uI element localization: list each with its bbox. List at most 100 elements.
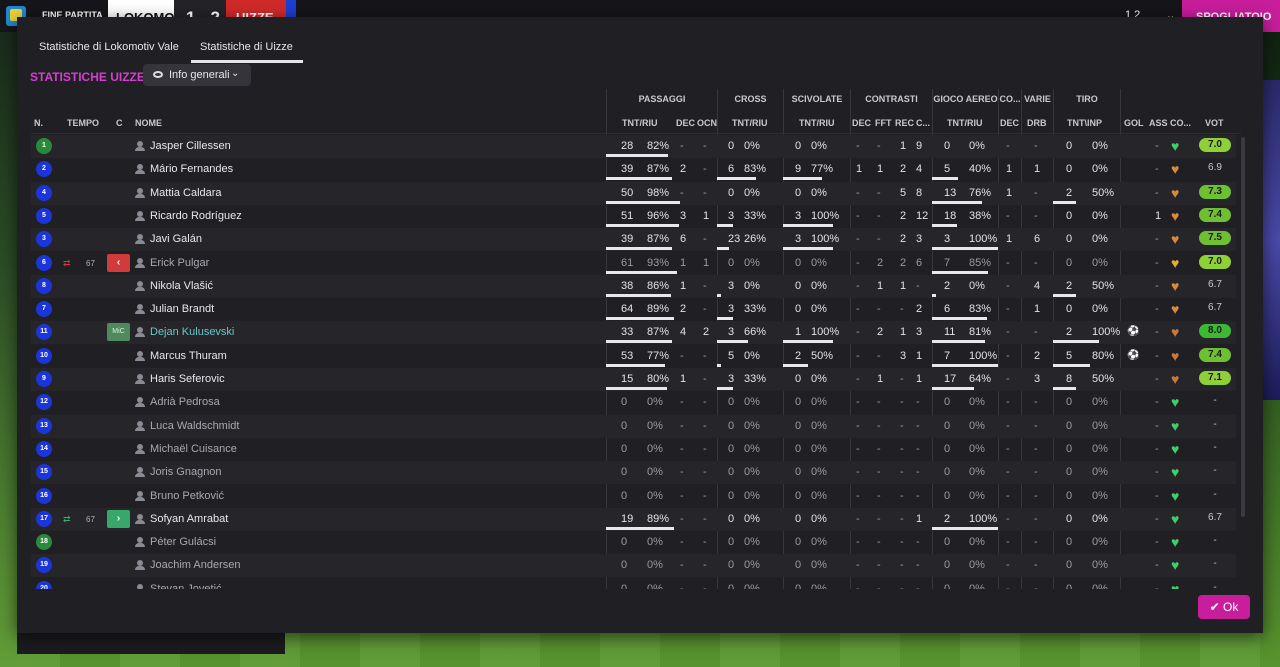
ok-button[interactable]: ✔ Ok (1198, 595, 1250, 619)
shirt-number-badge: 19 (36, 557, 52, 574)
stat-pt: 0 (621, 466, 628, 479)
col-header-gol[interactable]: GOL (1124, 118, 1144, 128)
table-row[interactable]: 7 Julian Brandt 64 89% 2-3 33% 0 0% - - -2 6 83% -1 0 0… (31, 298, 1236, 321)
col-header-nome[interactable]: NOME (135, 118, 162, 128)
stat-ap: 0% (969, 140, 985, 152)
player-name[interactable]: Haris Seferovic (150, 373, 225, 385)
table-row[interactable]: 15 Joris Gnagnon 0 0% - -0 0% 0 0% - - - -0 0% - -0 0% - ♥… (31, 461, 1236, 485)
info-dropdown[interactable]: Info generali ⌄ (143, 64, 251, 86)
stat-po: - (703, 512, 707, 525)
col-header-con-dec[interactable]: DEC (852, 118, 871, 128)
col-header-pass-ocn[interactable]: OCN (697, 118, 717, 128)
table-row[interactable]: 1 Jasper Cillessen 28 82% - -0 0% 0 0% - -1 9 0 0% - -0… (31, 135, 1236, 158)
col-header-ass[interactable]: ASS (1149, 118, 1168, 128)
col-header-sciv-tnt-riu[interactable]: TNT/RIU (799, 118, 835, 128)
table-row[interactable]: 13 Luca Waldschmidt 0 0% - -0 0% 0 0% - - - -0 0% - -0 0… (31, 414, 1236, 438)
condition-heart-icon: ♥ (1171, 301, 1180, 318)
player-name[interactable]: Sofyan Amrabat (150, 513, 228, 525)
col-header-cross-tnt-riu[interactable]: TNT/RIU (732, 118, 768, 128)
condition-heart-icon: ♥ (1171, 184, 1180, 201)
table-row[interactable]: 19 Joachim Andersen 0 0% - -0 0% 0 0% - - - -0 0% - -0 0… (31, 554, 1236, 578)
stat-ass: - (1155, 233, 1159, 246)
table-row[interactable]: 17 ⇄ 67 › Sofyan Amrabat 19 89% - -0 0% 0 0% - - -1 2 10… (31, 507, 1236, 531)
stat-d4: - (916, 466, 920, 479)
table-row[interactable]: 6 ⇄ 67 ‹ Erick Pulgar 61 93% 1 1 0 0% 0 0% -2 2 6 7 85% - -… (31, 252, 1236, 275)
player-name[interactable]: Ricardo Rodríguez (150, 210, 242, 222)
col-header-drb[interactable]: DRB (1027, 118, 1047, 128)
col-header-tempo[interactable]: TEMPO (67, 118, 99, 128)
stat-tp: 0% (1092, 559, 1108, 572)
stat-cp: 0% (744, 279, 760, 292)
stat-st: 0 (795, 466, 802, 479)
stat-st: 2 (795, 349, 802, 362)
stat-d2: - (877, 233, 881, 246)
table-row[interactable]: 9 Haris Seferovic 15 80% 1-3 33% 0 0% -1-1 17 64% -… (31, 368, 1236, 391)
stat-cd: - (1006, 419, 1010, 432)
col-header-vot[interactable]: VOT (1205, 118, 1224, 128)
stat-pd: - (680, 140, 684, 152)
player-name[interactable]: Marcus Thuram (150, 350, 227, 362)
player-name[interactable]: Péter Gulácsi (150, 536, 216, 548)
player-name[interactable]: Nikola Vlašić (150, 280, 213, 292)
col-header-c[interactable]: C (116, 118, 123, 128)
stat-pd: - (680, 559, 684, 572)
player-name[interactable]: Stevan Jovetić (150, 583, 222, 589)
shirt-number-badge: 15 (36, 464, 52, 481)
stat-at: 0 (944, 536, 951, 549)
tab-label: Statistiche di Uizze (200, 41, 293, 53)
player-name[interactable]: Dejan Kulusevski (150, 326, 234, 338)
table-row[interactable]: 3 Javi Galán 39 87% 6-23 26% 3 100% - -2 3 3 100% 1 6 0… (31, 228, 1236, 252)
table-row[interactable]: 18 Péter Gulácsi 0 0% - -0 0% 0 0% - - - -0 0% - -0 0% - ♥… (31, 531, 1236, 554)
col-header-pass-tnt-riu[interactable]: TNT/RIU (622, 118, 658, 128)
stat-po: - (703, 582, 707, 589)
stat-tt: 0 (1066, 140, 1073, 152)
stat-ap: 0% (969, 466, 985, 479)
table-row[interactable]: 12 Adrià Pedrosa 0 0% - -0 0% 0 0% - - - -0 0% - -0 0% - ♥… (31, 391, 1236, 414)
table-row[interactable]: 14 Michaël Cuisance 0 0% - -0 0% 0 0% - - - -0 0% - -0 0… (31, 438, 1236, 461)
table-scrollbar[interactable] (1241, 137, 1245, 517)
player-name[interactable]: Michaël Cuisance (150, 443, 237, 455)
player-name[interactable]: Joachim Andersen (150, 559, 241, 571)
table-row[interactable]: 5 Ricardo Rodríguez 51 96% 3 1 3 33% 3 100% - -2 12 1… (31, 205, 1236, 228)
player-rating: 7.1 (1199, 371, 1231, 385)
stat-pt: 39 (621, 233, 634, 246)
stat-ap: 0% (969, 442, 985, 455)
player-name[interactable]: Erick Pulgar (150, 257, 209, 269)
table-row[interactable]: 4 Mattia Caldara 50 98% - -0 0% 0 0% - -5 8 13 76% 1-2… (31, 181, 1236, 205)
stat-pt: 0 (621, 396, 628, 409)
stat-pd: - (680, 582, 684, 589)
player-name[interactable]: Luca Waldschmidt (150, 420, 239, 432)
col-header-co[interactable]: CO... (1170, 118, 1191, 128)
player-name[interactable]: Mattia Caldara (150, 187, 222, 199)
player-name[interactable]: Jasper Cillessen (150, 140, 231, 152)
col-header-con-rec[interactable]: REC (895, 118, 914, 128)
table-row[interactable]: 16 Bruno Petković 0 0% - -0 0% 0 0% - - - -0 0% - -0 0% -… (31, 485, 1236, 508)
player-name[interactable]: Bruno Petković (150, 490, 224, 502)
player-name[interactable]: Joris Gnagnon (150, 466, 222, 478)
tab-uizze-stats[interactable]: Statistiche di Uizze (191, 33, 303, 63)
condition-heart-icon: ♥ (1171, 487, 1180, 504)
player-name[interactable]: Mário Fernandes (150, 163, 233, 175)
tab-lokomotiv-stats[interactable]: Statistiche di Lokomotiv Vale (39, 33, 189, 63)
table-row[interactable]: 11 MiC Dejan Kulusevski 33 87% 4 2 3 66% 1 100% - 2 1… (31, 321, 1236, 345)
stat-pp: 87% (647, 163, 670, 176)
table-row[interactable]: 2 Mário Fernandes 39 87% 2-6 83% 9 77% 1 1 2 4 5 40% 1… (31, 158, 1236, 181)
table-row[interactable]: 20 Stevan Jovetić 0 0% - - 0 0% 0 0% - - - - 0 0% - - 0 0% -… (31, 578, 1236, 589)
col-header-pass-dec[interactable]: DEC (676, 118, 695, 128)
col-header-aereo-tnt-riu[interactable]: TNT/RIU (947, 118, 983, 128)
player-name[interactable]: Javi Galán (150, 233, 202, 245)
col-header-con-fft[interactable]: FFT (875, 118, 892, 128)
player-name[interactable]: Adrià Pedrosa (150, 396, 220, 408)
table-row[interactable]: 10 Marcus Thuram 53 77% - -5 0% 2 50% - -3 1 7 100% -2… (31, 345, 1236, 368)
col-header-co-dec[interactable]: DEC (1000, 118, 1019, 128)
chevron-down-icon: ⌄ (231, 68, 240, 79)
goal-ball-icon: ⚽ (1127, 326, 1140, 338)
table-row[interactable]: 8 Nikola Vlašić 38 86% 1-3 0% 0 0% -1 1-2 0% -4 2 50%… (31, 274, 1236, 298)
stat-tp: 0% (1092, 233, 1108, 246)
col-header-n[interactable]: N. (34, 118, 43, 128)
stat-po: - (703, 303, 707, 316)
stat-at: 0 (944, 419, 951, 432)
player-name[interactable]: Julian Brandt (150, 303, 214, 315)
col-header-tiro-tnt-inp[interactable]: TNT\INP (1067, 118, 1102, 128)
col-header-con-c[interactable]: C... (916, 118, 930, 128)
